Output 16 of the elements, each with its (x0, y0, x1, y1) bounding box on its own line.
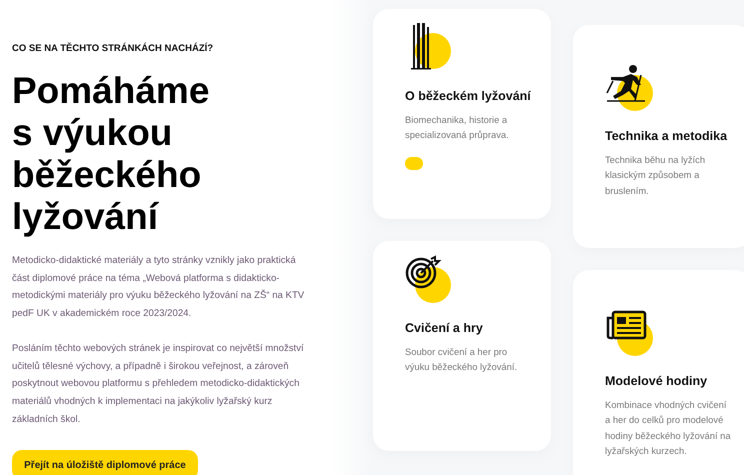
card-description: Technika běhu na lyžích klasickým způsobem a bruslením. (605, 153, 706, 198)
card-description: Soubor cvičení a her pro výuku běžeckého lyžování. (405, 345, 518, 374)
newspaper-icon (605, 308, 653, 356)
card-title[interactable]: O běžeckém lyžování (405, 89, 531, 103)
card-title[interactable]: Modelové hodiny (605, 374, 731, 388)
card-description: Kombinace vhodných cvičení a her do celků pro modelové hodiny běžeckého lyžování na lyžařských kurzech. (605, 398, 731, 458)
card-title[interactable]: Cvičení a hry (405, 321, 531, 335)
intro-paragraph: Posláním těchto webových stránek je inspirovat co největší množství učitelů tělesné výchovy, a případně i širokou veřejnost, a zároveň poskytnout webovou platformu s přehledem metodicko-didaktických materiálů vhodných k implementaci na jakýkoliv lyžařský kurz základních škol. (12, 342, 305, 427)
skier-icon (605, 63, 653, 111)
intro-paragraph: Metodicko-didaktické materiály a tyto stránky vznikly jako praktická část diplomové práce na téma „Webová platforma s didakticko-metodickými materiály pro výuku běžeckého lyžování na ZŠ“ na KTV pedF UK v akademickém roce 2023/2024. (12, 254, 306, 322)
target-icon (405, 255, 453, 303)
section-eyebrow: CO SE NA TĚCHTO STRÁNKÁCH NACHÁZÍ? (12, 43, 214, 54)
card-title[interactable]: Technika a metodika (605, 129, 731, 143)
card-description: Biomechanika, historie a specializovaná průprava. (405, 113, 510, 142)
thesis-link-button[interactable]: Přejít na úložiště diplomové práce (12, 450, 198, 475)
page-heading: Pomáháme s výukou běžeckého lyžování (12, 70, 210, 238)
